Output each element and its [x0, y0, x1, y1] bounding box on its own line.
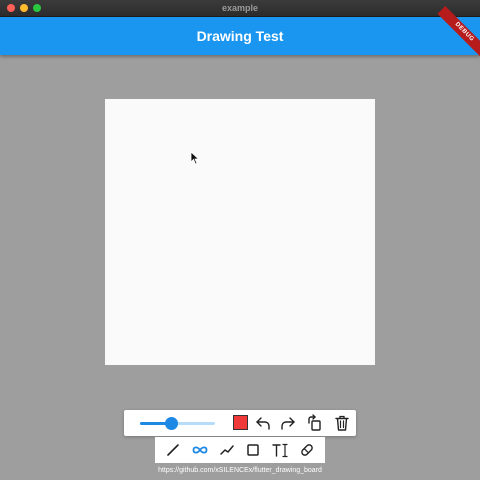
undo-icon	[256, 417, 270, 430]
drawing-options-bar	[124, 410, 356, 436]
window-titlebar: example	[0, 0, 480, 17]
tool-selection-bar	[155, 437, 325, 463]
rotate-button[interactable]	[306, 414, 324, 432]
window-title: example	[221, 3, 259, 13]
eraser-icon	[301, 444, 313, 456]
redo-button[interactable]	[279, 414, 297, 432]
trash-icon	[335, 415, 349, 431]
redo-icon	[281, 417, 295, 430]
polyline-icon	[220, 445, 234, 455]
rotate-icon	[308, 414, 321, 431]
slider-thumb[interactable]	[165, 417, 178, 430]
drawing-canvas[interactable]	[105, 99, 375, 365]
tool-eraser-button[interactable]	[298, 441, 316, 459]
mouse-cursor-icon	[190, 151, 200, 165]
app-title: Drawing Test	[196, 28, 284, 44]
app-bar: Drawing Test DEBUG	[0, 5, 480, 60]
github-link[interactable]: https://github.com/xSILENCEx/flutter_dra…	[0, 466, 480, 476]
tool-straight-line-button[interactable]	[218, 441, 236, 459]
infinity-icon	[192, 446, 208, 454]
clear-canvas-button[interactable]	[333, 414, 351, 432]
undo-button[interactable]	[254, 414, 272, 432]
tool-smooth-line-button[interactable]	[191, 441, 209, 459]
pen-line-icon	[167, 444, 179, 456]
tool-text-button[interactable]	[271, 441, 289, 459]
color-picker-button[interactable]	[233, 415, 248, 430]
text-icon	[272, 443, 288, 458]
tool-line-button[interactable]	[164, 441, 182, 459]
tool-rectangle-button[interactable]	[244, 441, 262, 459]
square-icon	[247, 444, 259, 456]
